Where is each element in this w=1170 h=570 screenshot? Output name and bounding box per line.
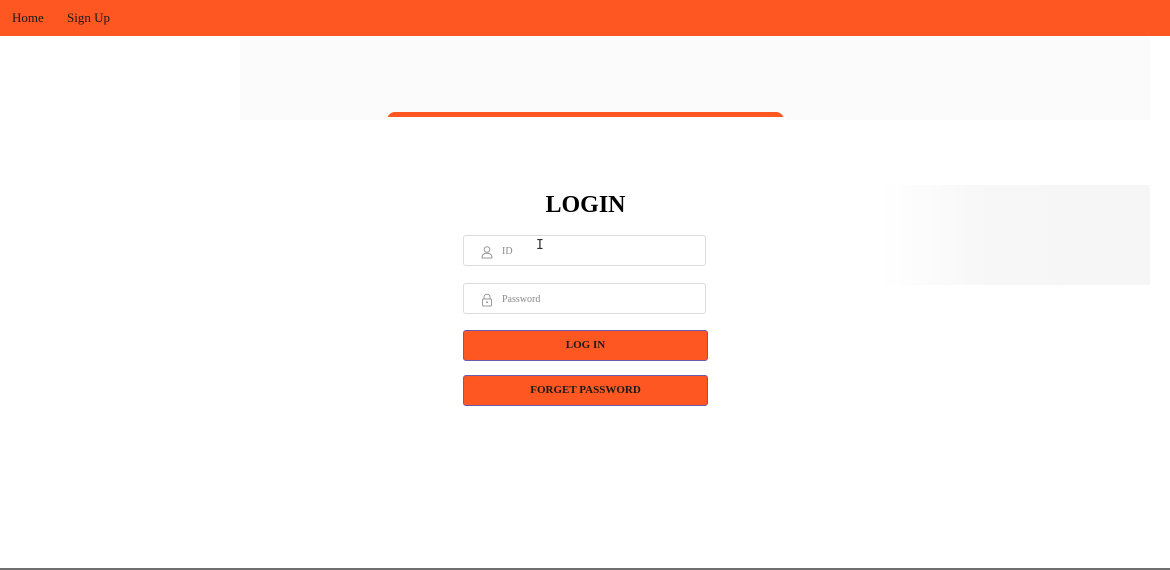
text-cursor-icon: I (536, 238, 544, 253)
lock-icon (482, 293, 492, 307)
nav-link-signup[interactable]: Sign Up (67, 10, 110, 26)
background-panel (240, 36, 1150, 120)
nav-link-home[interactable]: Home (12, 10, 44, 26)
id-input[interactable] (502, 242, 692, 260)
login-title: LOGIN (545, 192, 626, 218)
password-input[interactable] (502, 290, 692, 308)
user-icon (481, 246, 493, 259)
login-card-body (385, 117, 786, 127)
login-button[interactable]: LOG IN (463, 330, 708, 361)
password-field[interactable] (463, 283, 706, 314)
forget-password-button[interactable]: FORGET PASSWORD (463, 375, 708, 406)
background-shadow (880, 185, 1150, 285)
id-field[interactable] (463, 235, 706, 266)
top-navbar: Home Sign Up (0, 0, 1170, 36)
